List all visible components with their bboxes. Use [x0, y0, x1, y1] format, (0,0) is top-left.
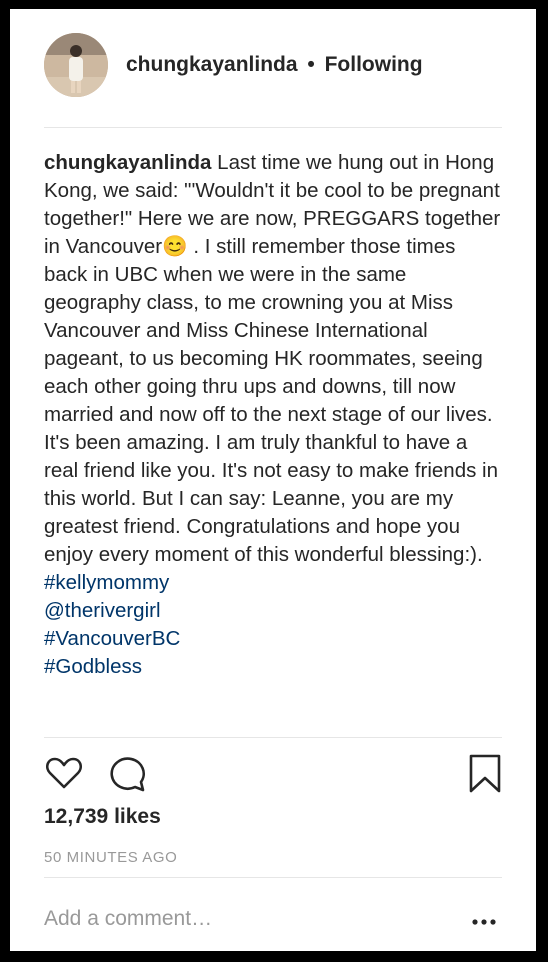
caption-text: Last time we hung out in Hong Kong, we s…: [44, 151, 501, 566]
hashtag-link[interactable]: #Godbless: [44, 655, 142, 678]
comment-bubble-icon[interactable]: [108, 753, 148, 798]
hashtag-link[interactable]: #VancouverBC: [44, 627, 180, 650]
more-options-icon[interactable]: [466, 909, 502, 933]
mention-link[interactable]: @therivergirl: [44, 599, 161, 622]
username-link[interactable]: chungkayanlinda: [126, 53, 298, 76]
header-text: chungkayanlinda • Following: [126, 53, 423, 77]
likes-count[interactable]: 12,739 likes: [44, 805, 161, 829]
action-bar: [44, 753, 504, 797]
bookmark-icon[interactable]: [466, 753, 504, 800]
following-button[interactable]: Following: [325, 53, 423, 76]
divider: [44, 127, 502, 128]
divider: [44, 877, 502, 878]
heart-icon[interactable]: [44, 753, 84, 798]
divider: [44, 737, 502, 738]
comment-input[interactable]: Add a comment…: [44, 907, 212, 931]
avatar-photo: [44, 33, 108, 97]
post-card: chungkayanlinda • Following chungkayanli…: [10, 9, 536, 951]
caption-username-link[interactable]: chungkayanlinda: [44, 151, 211, 174]
hashtag-link[interactable]: #kellymommy: [44, 571, 169, 594]
post-header: chungkayanlinda • Following: [10, 9, 536, 127]
post-caption: chungkayanlinda Last time we hung out in…: [44, 149, 504, 681]
avatar[interactable]: [44, 33, 108, 97]
post-timestamp[interactable]: 50 MINUTES AGO: [44, 849, 177, 866]
separator-dot: •: [307, 53, 315, 76]
